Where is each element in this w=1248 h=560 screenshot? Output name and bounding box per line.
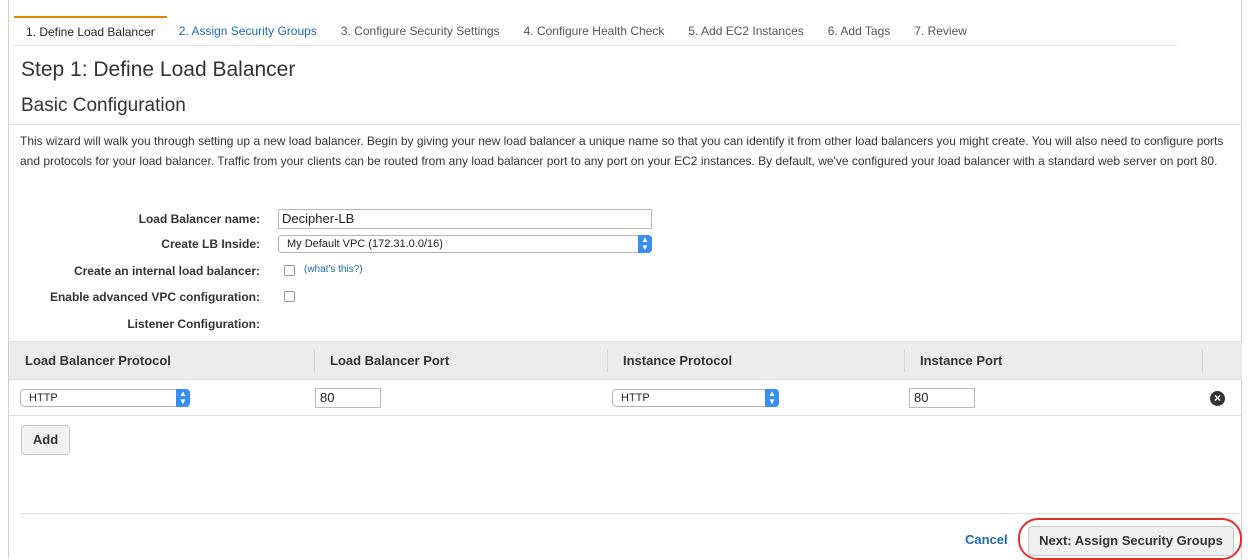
vpc-select[interactable]: My Default VPC (172.31.0.0/16) ▲ ▼ bbox=[278, 235, 652, 253]
wizard-description: This wizard will walk you through settin… bbox=[20, 134, 1224, 168]
advanced-vpc-row: Enable advanced VPC configuration: bbox=[0, 286, 1248, 308]
col-lb-port: Load Balancer Port bbox=[330, 353, 450, 368]
tab-add-tags[interactable]: 6. Add Tags bbox=[815, 16, 903, 46]
section-title: Basic Configuration bbox=[21, 95, 186, 116]
lb-port-input[interactable]: 80 bbox=[315, 388, 381, 408]
table-row: HTTP ▲ ▼ 80 HTTP ▲ ▼ 80 × bbox=[9, 380, 1242, 416]
listener-config-label: Listener Configuration: bbox=[127, 317, 260, 331]
page-title: Step 1: Define Load Balancer bbox=[21, 58, 296, 81]
col-instance-protocol: Instance Protocol bbox=[623, 353, 733, 368]
tab-configure-health-check[interactable]: 4. Configure Health Check bbox=[511, 16, 677, 46]
column-divider bbox=[904, 350, 905, 372]
create-inside-label: Create LB Inside: bbox=[161, 237, 260, 251]
col-instance-port: Instance Port bbox=[920, 353, 1003, 368]
listener-config-row: Listener Configuration: bbox=[0, 313, 1248, 335]
tab-assign-security-groups[interactable]: 2. Assign Security Groups bbox=[166, 16, 329, 46]
tab-review[interactable]: 7. Review bbox=[902, 16, 979, 46]
tabs-filler bbox=[978, 16, 1177, 46]
column-divider bbox=[314, 350, 315, 372]
cancel-link[interactable]: Cancel bbox=[965, 532, 1008, 547]
advanced-vpc-label: Enable advanced VPC configuration: bbox=[49, 290, 260, 304]
lb-name-input[interactable]: Decipher-LB bbox=[278, 209, 652, 229]
instance-protocol-value: HTTP bbox=[621, 392, 650, 404]
lb-protocol-value: HTTP bbox=[29, 392, 58, 404]
tab-define-load-balancer[interactable]: 1. Define Load Balancer bbox=[14, 16, 167, 46]
column-divider bbox=[607, 350, 608, 372]
add-listener-button[interactable]: Add bbox=[21, 425, 70, 455]
internal-lb-checkbox[interactable] bbox=[284, 265, 295, 276]
internal-lb-label: Create an internal load balancer: bbox=[73, 264, 260, 278]
listener-table-header: Load Balancer Protocol Load Balancer Por… bbox=[9, 341, 1242, 380]
lb-name-row: Load Balancer name: Decipher-LB bbox=[0, 208, 1248, 230]
tab-configure-security-settings[interactable]: 3. Configure Security Settings bbox=[328, 16, 512, 46]
instance-protocol-select[interactable]: HTTP ▲ ▼ bbox=[612, 389, 779, 407]
vpc-select-value: My Default VPC (172.31.0.0/16) bbox=[287, 238, 443, 250]
internal-lb-row: Create an internal load balancer: (what'… bbox=[0, 260, 1248, 282]
chevron-updown-icon: ▲ ▼ bbox=[765, 389, 779, 407]
remove-circle-icon[interactable]: × bbox=[1210, 391, 1225, 406]
footer-divider bbox=[20, 513, 1242, 514]
lb-name-label: Load Balancer name: bbox=[138, 212, 260, 226]
chevron-updown-icon: ▲ ▼ bbox=[638, 235, 652, 253]
tab-add-ec2-instances[interactable]: 5. Add EC2 Instances bbox=[676, 16, 816, 46]
advanced-vpc-checkbox[interactable] bbox=[284, 291, 295, 302]
divider bbox=[9, 124, 1242, 125]
wizard-tabs: 1. Define Load Balancer 2. Assign Securi… bbox=[14, 16, 1177, 46]
lb-protocol-select[interactable]: HTTP ▲ ▼ bbox=[20, 389, 190, 407]
whats-this-link[interactable]: (what's this?) bbox=[304, 264, 363, 275]
col-lb-protocol: Load Balancer Protocol bbox=[25, 353, 171, 368]
column-divider bbox=[1202, 350, 1203, 372]
instance-port-input[interactable]: 80 bbox=[909, 388, 975, 408]
chevron-updown-icon: ▲ ▼ bbox=[176, 389, 190, 407]
create-inside-row: Create LB Inside: My Default VPC (172.31… bbox=[0, 233, 1248, 255]
next-assign-security-groups-button[interactable]: Next: Assign Security Groups bbox=[1028, 526, 1234, 556]
